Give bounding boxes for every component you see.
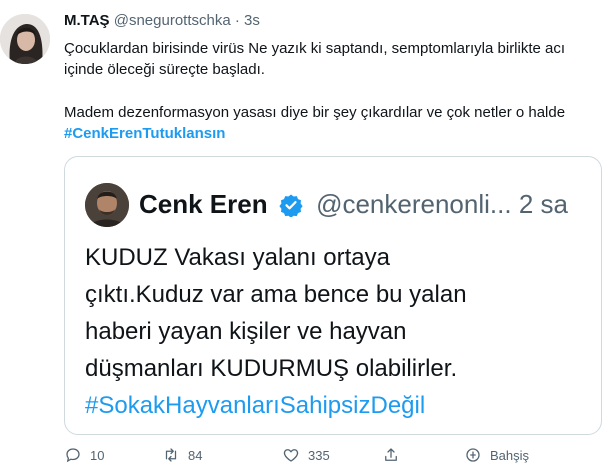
quoted-text: KUDUZ Vakası yalanı ortaya çıktı.Kuduz v… bbox=[85, 239, 595, 424]
avatar[interactable] bbox=[0, 14, 50, 64]
tweet-actions: 10 84 335 Bahşiş bbox=[64, 446, 604, 470]
tweet-time[interactable]: 3s bbox=[244, 12, 260, 29]
tweet-text-line: Çocuklardan birisinde virüs Ne yazık ki … bbox=[64, 40, 566, 57]
quoted-text-line: düşmanları KUDURMUŞ olabilirler. bbox=[85, 355, 458, 382]
tweet-text: Çocuklardan birisinde virüs Ne yazık ki … bbox=[64, 38, 612, 144]
quoted-avatar-image bbox=[85, 183, 129, 227]
like-count: 335 bbox=[308, 447, 330, 463]
avatar-image bbox=[0, 14, 50, 64]
reply-icon bbox=[66, 448, 80, 463]
hashtag-link[interactable]: #CenkErenTutuklansın bbox=[64, 125, 225, 142]
tip-button[interactable]: Bahşiş bbox=[464, 446, 529, 464]
quoted-author-handle[interactable]: @cenkerenonli... bbox=[316, 189, 512, 219]
quoted-header: Cenk Eren @cenkerenonli... 2 sa bbox=[139, 189, 599, 220]
quoted-hashtag-link[interactable]: #SokakHayvanlarıSahipsizDeğil bbox=[85, 387, 595, 424]
author-name[interactable]: M.TAŞ bbox=[64, 12, 110, 29]
retweet-icon bbox=[165, 448, 177, 462]
separator-dot: · bbox=[234, 12, 240, 29]
share-button[interactable] bbox=[382, 446, 400, 464]
tweet-text-line: içinde öleceği süreçte başladı. bbox=[64, 61, 265, 78]
retweet-button[interactable]: 84 bbox=[162, 446, 202, 464]
verified-badge-icon bbox=[279, 194, 303, 217]
quoted-avatar[interactable] bbox=[85, 183, 129, 227]
tip-icon bbox=[466, 448, 480, 462]
reply-count: 10 bbox=[90, 447, 105, 463]
quoted-text-line: KUDUZ Vakası yalanı ortaya bbox=[85, 244, 391, 271]
author-handle[interactable]: @snegurottschka bbox=[114, 12, 231, 29]
like-button[interactable]: 335 bbox=[282, 446, 330, 464]
quoted-tweet[interactable]: Cenk Eren @cenkerenonli... 2 sa KUDUZ Va… bbox=[64, 156, 602, 435]
tweet[interactable]: M.TAŞ @snegurottschka · 3s Çocuklardan b… bbox=[0, 0, 614, 475]
quoted-text-line: haberi yayan kişiler ve hayvan bbox=[85, 318, 407, 345]
heart-icon bbox=[283, 449, 299, 462]
tweet-text-line: Madem dezenformasyon yasası diye bir şey… bbox=[64, 104, 566, 121]
share-icon bbox=[385, 448, 397, 461]
quoted-author-name[interactable]: Cenk Eren bbox=[139, 189, 268, 219]
tweet-header: M.TAŞ @snegurottschka · 3s bbox=[64, 12, 260, 29]
quoted-text-line: çıktı.Kuduz var ama bence bu yalan bbox=[85, 281, 467, 308]
reply-button[interactable]: 10 bbox=[64, 446, 104, 464]
tip-label: Bahşiş bbox=[490, 447, 530, 463]
quoted-time[interactable]: 2 sa bbox=[519, 189, 568, 219]
retweet-count: 84 bbox=[188, 447, 203, 463]
